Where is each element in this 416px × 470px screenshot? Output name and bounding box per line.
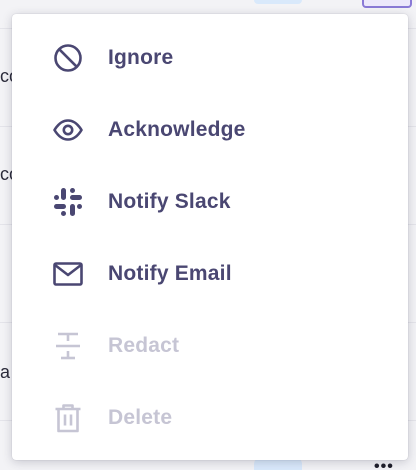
menu-item-label: Notify Slack: [108, 190, 231, 213]
menu-item-ignore[interactable]: Ignore: [12, 22, 408, 94]
trash-icon: [52, 402, 84, 434]
menu-item-notify-email[interactable]: Notify Email: [12, 238, 408, 310]
menu-item-label: Ignore: [108, 46, 174, 69]
actions-menu: Ignore Acknowledge Notify Slack Notify E…: [12, 14, 408, 460]
strikethrough-icon: [52, 330, 84, 362]
mail-icon: [52, 258, 84, 290]
menu-item-label: Acknowledge: [108, 118, 246, 141]
menu-item-delete[interactable]: Delete: [12, 382, 408, 454]
menu-item-notify-slack[interactable]: Notify Slack: [12, 166, 408, 238]
eye-icon: [52, 114, 84, 146]
menu-item-label: Delete: [108, 406, 173, 429]
status-chip: [254, 0, 302, 4]
selected-action-button[interactable]: [362, 0, 412, 8]
menu-item-label: Notify Email: [108, 262, 232, 285]
page: co co a ••• Ignore Acknowledge Notify Sl…: [0, 0, 416, 470]
slack-icon: [52, 186, 84, 218]
block-icon: [52, 42, 84, 74]
menu-item-acknowledge[interactable]: Acknowledge: [12, 94, 408, 166]
menu-item-redact[interactable]: Redact: [12, 310, 408, 382]
menu-item-label: Redact: [108, 334, 180, 357]
table-cell-fragment: a: [0, 362, 11, 382]
